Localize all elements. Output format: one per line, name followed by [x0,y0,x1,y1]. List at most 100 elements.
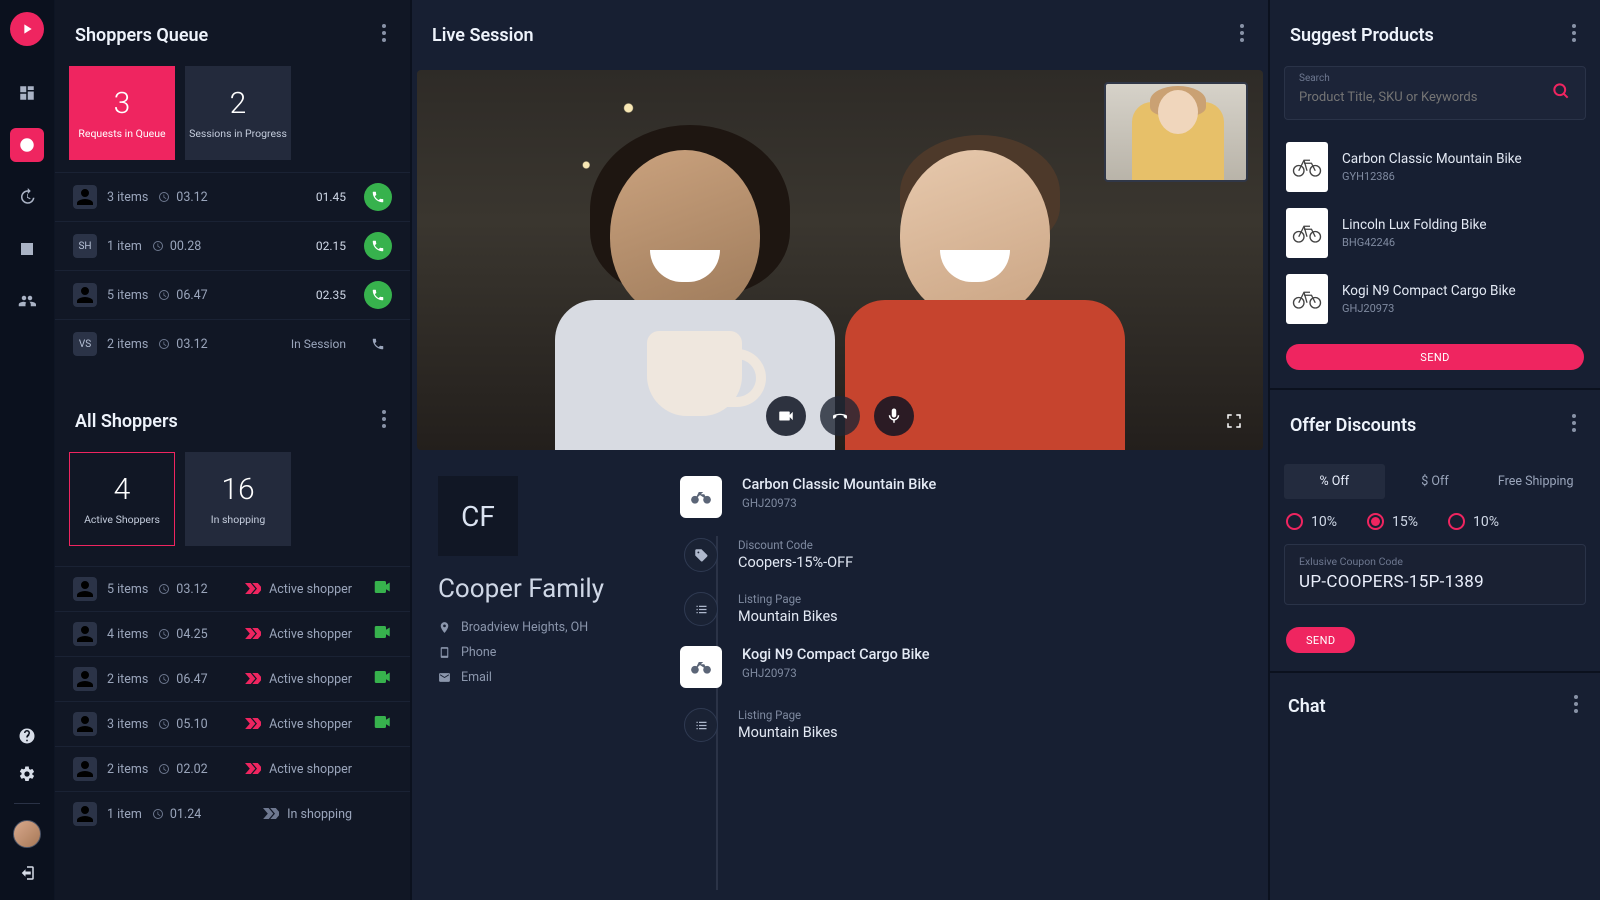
queue-stat-1[interactable]: 2Sessions in Progress [185,66,291,160]
all-shoppers-menu[interactable] [378,406,390,436]
coupon-field[interactable]: Exlusive Coupon Code UP-COOPERS-15P-1389 [1284,544,1586,605]
help-button[interactable] [18,727,36,749]
shopper-avatar [73,712,97,736]
product-icon [680,476,722,518]
queue-row-1[interactable]: SH1 item 00.2802.15 [55,221,410,270]
status-chevron-icon [263,808,279,820]
chat-title: Chat [1288,696,1326,717]
queue-row-0[interactable]: 3 items 03.1201.45 [55,172,410,221]
nav-rail [0,0,55,900]
in-session-icon [364,330,392,358]
camera-toggle[interactable] [766,396,806,436]
live-session-menu[interactable] [1236,20,1248,50]
nav-live[interactable] [10,128,44,162]
chat-menu[interactable] [1570,691,1582,721]
settings-button[interactable] [18,765,36,787]
tag-icon [684,538,718,572]
nav-team[interactable] [10,284,44,318]
search-icon[interactable] [1551,81,1571,105]
timeline-item-2: Listing PageMountain Bikes [680,592,1242,626]
shoppers-queue-title: Shoppers Queue [75,25,208,46]
shopper-avatar [73,622,97,646]
status-chevron-icon [245,718,261,730]
queue-menu[interactable] [378,20,390,50]
timeline-item-3: Kogi N9 Compact Cargo BikeGHJ20973 [680,646,1242,688]
customer-initials: CF [438,476,518,556]
offer-menu[interactable] [1568,410,1580,440]
queue-row-3[interactable]: VS2 items 03.12In Session [55,319,410,368]
suggested-product-1[interactable]: Lincoln Lux Folding BikeBHG42246 [1270,200,1600,266]
suggest-menu[interactable] [1568,20,1580,50]
camera-icon [374,717,392,732]
customer-name: Cooper Family [438,574,658,604]
product-thumb [1286,142,1328,192]
mic-toggle[interactable] [874,396,914,436]
discount-tab-1[interactable]: $ Off [1385,464,1486,499]
agent-avatar[interactable] [13,820,41,848]
coupon-code: UP-COOPERS-15P-1389 [1299,572,1571,592]
self-view [1104,82,1248,182]
all-stat-0[interactable]: 4Active Shoppers [69,452,175,546]
nav-analytics[interactable] [10,232,44,266]
nav-dashboard[interactable] [10,76,44,110]
status-chevron-icon [245,583,261,595]
customer-location: Broadview Heights, OH [438,620,658,635]
call-button[interactable] [364,183,392,211]
discount-tab-0[interactable]: % Off [1284,464,1385,499]
all-shoppers-title: All Shoppers [75,411,178,432]
shopper-row-1[interactable]: 4 items 04.25Active shopper [55,611,410,656]
send-discount-button[interactable]: SEND [1286,627,1355,653]
all-stat-1[interactable]: 16In shopping [185,452,291,546]
suggested-product-2[interactable]: Kogi N9 Compact Cargo BikeGHJ20973 [1270,266,1600,332]
product-thumb [1286,208,1328,258]
app-logo [10,12,44,46]
queue-row-2[interactable]: 5 items 06.4702.35 [55,270,410,319]
nav-history[interactable] [10,180,44,214]
shopper-row-3[interactable]: 3 items 05.10Active shopper [55,701,410,746]
list-icon [684,708,718,742]
product-search-input[interactable] [1299,90,1551,105]
status-chevron-icon [245,628,261,640]
camera-icon [374,627,392,642]
offer-discounts-title: Offer Discounts [1290,415,1416,436]
status-chevron-icon [245,673,261,685]
shopper-avatar: VS [73,332,97,356]
send-products-button[interactable]: SEND [1286,344,1584,370]
shopper-avatar [73,757,97,781]
status-chevron-icon [245,763,261,775]
live-session-title: Live Session [432,25,534,46]
fullscreen-button[interactable] [1225,412,1243,434]
customer-card: CF Cooper Family Broadview Heights, OH P… [438,476,658,890]
call-button[interactable] [364,281,392,309]
shopper-row-4[interactable]: 2 items 02.02Active shopper [55,746,410,791]
video-stream [417,70,1263,450]
timeline-item-4: Listing PageMountain Bikes [680,708,1242,742]
shopper-row-5[interactable]: 1 item 01.24In shopping [55,791,410,836]
shopper-row-0[interactable]: 5 items 03.12Active shopper [55,566,410,611]
shopper-avatar: SH [73,234,97,258]
timeline-item-0: Carbon Classic Mountain BikeGHJ20973 [680,476,1242,518]
product-thumb [1286,274,1328,324]
activity-timeline: Carbon Classic Mountain BikeGHJ20973 Disc… [678,476,1242,890]
camera-icon [374,582,392,597]
discount-tab-2[interactable]: Free Shipping [1485,464,1586,499]
end-call-button[interactable] [820,396,860,436]
call-button[interactable] [364,232,392,260]
discount-option-0[interactable]: 10% [1286,513,1337,530]
shopper-avatar [73,667,97,691]
discount-option-1[interactable]: 15% [1367,513,1418,530]
customer-email[interactable]: Email [438,670,658,685]
customer-phone[interactable]: Phone [438,645,658,660]
discount-option-2[interactable]: 10% [1448,513,1499,530]
product-search[interactable]: Search [1284,66,1586,120]
timeline-item-1: Discount CodeCoopers-15%-OFF [680,538,1242,572]
shopper-row-2[interactable]: 2 items 06.47Active shopper [55,656,410,701]
shopper-avatar [73,283,97,307]
list-icon [684,592,718,626]
logout-button[interactable] [18,864,36,886]
camera-icon [374,672,392,687]
product-icon [680,646,722,688]
queue-stat-0[interactable]: 3Requests in Queue [69,66,175,160]
divider [14,803,40,804]
suggested-product-0[interactable]: Carbon Classic Mountain BikeGYH12386 [1270,134,1600,200]
